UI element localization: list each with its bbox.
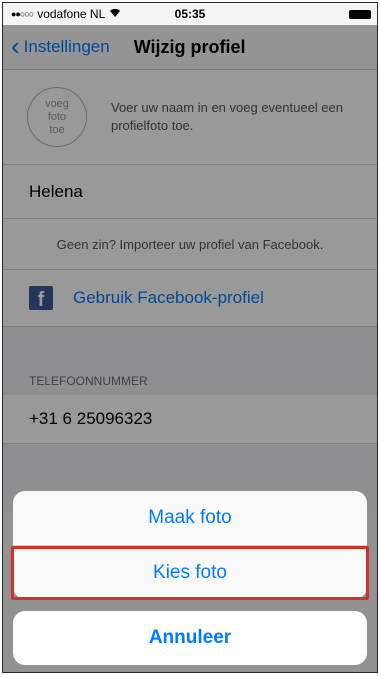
screen-frame: ●●○○○ vodafone NL 05:35 ‹ Instellingen W… (2, 2, 378, 673)
choose-photo-button[interactable]: Kies foto (11, 546, 369, 600)
status-bar: ●●○○○ vodafone NL 05:35 (3, 3, 377, 25)
signal-strength-icon: ●●○○○ (11, 9, 34, 19)
photo-action-sheet: Maak foto Kies foto (11, 491, 369, 600)
battery-icon (349, 10, 371, 19)
carrier-name: vodafone NL (37, 7, 106, 21)
take-photo-button[interactable]: Maak foto (13, 491, 367, 546)
cancel-group: Annuleer (13, 611, 367, 665)
cancel-button[interactable]: Annuleer (13, 611, 367, 665)
clock: 05:35 (174, 7, 206, 21)
wifi-icon (109, 8, 121, 21)
